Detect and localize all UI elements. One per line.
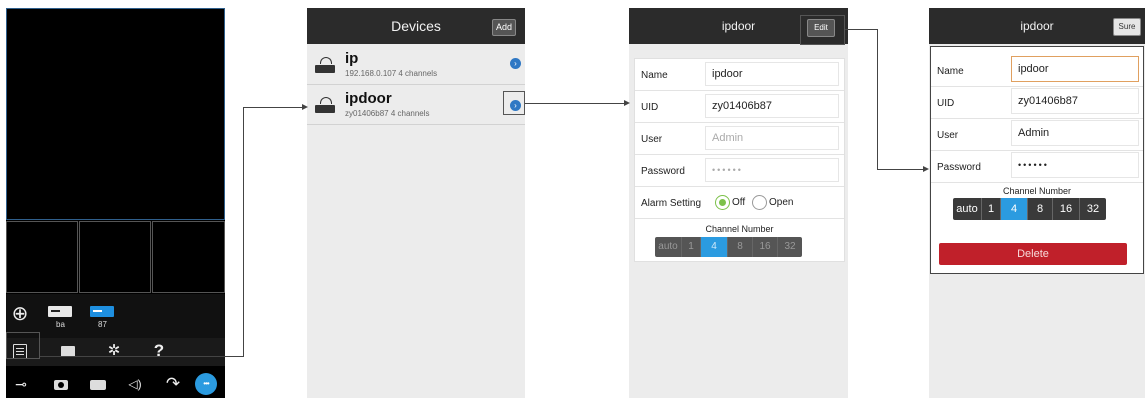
channel-option[interactable]: 32 — [1080, 198, 1106, 220]
form-row-uid: UID zy01406b87 — [931, 87, 1143, 119]
alarm-off-label: Off — [732, 197, 746, 208]
device-thumb-87[interactable]: 87 — [88, 302, 118, 332]
uid-input[interactable]: zy01406b87 — [1011, 88, 1139, 114]
camera-icon[interactable] — [54, 380, 68, 390]
alarm-off-radio[interactable] — [715, 195, 730, 210]
connector-line — [40, 356, 244, 357]
video-cell-4[interactable] — [152, 221, 225, 293]
channel-option[interactable]: 1 — [982, 198, 1001, 220]
connector-line — [525, 103, 625, 104]
connector-line — [845, 29, 878, 30]
field-label: Password — [937, 162, 981, 173]
channel-option[interactable]: 1 — [682, 237, 701, 257]
channel-number-label: Channel Number — [1002, 186, 1072, 196]
help-icon[interactable]: ? — [149, 339, 169, 363]
field-label: UID — [937, 98, 955, 109]
main-video-window[interactable] — [6, 8, 225, 220]
field-label: Name — [641, 70, 668, 81]
edit-header: ipdoor Sure — [929, 8, 1145, 44]
device-row-ip[interactable]: ip 192.168.0.107 4 channels › — [307, 46, 525, 85]
chevron-callout — [503, 91, 525, 115]
form-row-user: User Admin — [635, 123, 844, 155]
device-thumb-label: 87 — [98, 320, 107, 329]
connector-line — [243, 107, 244, 357]
channel-option[interactable]: auto — [655, 237, 682, 257]
field-label: UID — [641, 102, 659, 113]
channel-option[interactable]: auto — [953, 198, 982, 220]
name-input[interactable]: ipdoor — [1011, 56, 1139, 82]
arrow-head-icon — [624, 100, 630, 106]
speaker-icon[interactable]: ◁) — [123, 372, 147, 396]
chevron-right-icon[interactable]: › — [510, 58, 521, 69]
device-row-ipdoor[interactable]: ipdoor zy01406b87 4 channels › — [307, 86, 525, 125]
playback-control-bar: ⊸ ◁) ↷ ••• — [6, 366, 225, 398]
device-info: 192.168.0.107 4 channels — [345, 69, 438, 78]
add-button[interactable]: Add — [492, 19, 516, 36]
device-name: ipdoor — [345, 90, 392, 107]
arrow-head-icon — [302, 104, 308, 110]
password-field[interactable]: •••••• — [705, 158, 839, 182]
device-info: zy01406b87 4 channels — [345, 109, 430, 118]
add-device-icon[interactable]: ⊕ — [8, 302, 32, 326]
device-thumb-ba[interactable]: ba — [46, 306, 76, 332]
connector-line — [877, 169, 924, 170]
form-row-name: Name ipdoor — [931, 55, 1143, 87]
channel-option[interactable]: 8 — [1028, 198, 1053, 220]
device-list-callout — [6, 332, 40, 359]
channel-option[interactable]: 32 — [778, 237, 802, 257]
sure-button[interactable]: Sure — [1113, 18, 1141, 36]
device-name: ip — [345, 50, 359, 67]
channel-option-selected[interactable]: 4 — [1001, 198, 1028, 220]
channel-option[interactable]: 8 — [728, 237, 753, 257]
field-label: User — [641, 134, 663, 145]
uid-field[interactable]: zy01406b87 — [705, 94, 839, 118]
more-icon[interactable]: ••• — [195, 373, 217, 395]
form-row-alarm: Alarm Setting Off Open — [635, 187, 844, 219]
form-row-user: User Admin — [931, 119, 1143, 151]
channel-selector: auto 1 4 8 16 32 — [655, 237, 802, 257]
field-label: User — [937, 130, 959, 141]
device-detail-screen: ipdoor Edit Name ipdoor UID zy01406b87 U… — [629, 8, 848, 398]
form-row-uid: UID zy01406b87 — [635, 91, 844, 123]
connector-line — [243, 107, 303, 108]
field-label: Name — [937, 66, 964, 77]
user-input[interactable]: Admin — [1011, 120, 1139, 146]
edit-form: Name ipdoor UID zy01406b87 User Admin Pa… — [930, 46, 1144, 274]
channel-selector: auto 1 4 8 16 32 — [953, 198, 1106, 220]
delete-button[interactable]: Delete — [939, 243, 1127, 265]
name-field[interactable]: ipdoor — [705, 62, 839, 86]
password-input[interactable]: •••••• — [1011, 152, 1139, 178]
arrow-head-icon — [923, 166, 929, 172]
user-field[interactable]: Admin — [705, 126, 839, 150]
devices-screen: Devices Add ip 192.168.0.107 4 channels … — [307, 8, 525, 398]
dvr-device-icon — [315, 97, 335, 113]
dvr-device-icon — [315, 57, 335, 73]
alarm-open-radio[interactable] — [752, 195, 767, 210]
device-edit-screen: ipdoor Sure Name ipdoor UID zy01406b87 U… — [929, 8, 1145, 398]
gear-icon[interactable]: ✲ — [104, 339, 124, 363]
form-row-name: Name ipdoor — [635, 59, 844, 91]
channel-number-label: Channel Number — [705, 224, 774, 234]
channel-option[interactable]: 16 — [1053, 198, 1080, 220]
video-cell-3[interactable] — [79, 221, 151, 293]
channel-option[interactable]: 16 — [753, 237, 778, 257]
device-form: Name ipdoor UID zy01406b87 User Admin Pa… — [634, 58, 845, 262]
form-row-password: Password •••••• — [635, 155, 844, 187]
device-thumb-label: ba — [56, 320, 65, 329]
field-label: Password — [641, 166, 685, 177]
video-record-icon[interactable] — [90, 380, 106, 390]
phone-hangup-icon[interactable]: ↷ — [163, 372, 183, 396]
form-row-password: Password •••••• — [931, 151, 1143, 183]
devices-header: Devices Add — [307, 8, 525, 44]
key-icon[interactable]: ⊸ — [8, 372, 34, 396]
field-label: Alarm Setting — [641, 198, 702, 209]
channel-option-selected[interactable]: 4 — [701, 237, 728, 257]
connector-line — [877, 29, 878, 170]
video-cell-2[interactable] — [6, 221, 78, 293]
edit-callout — [800, 15, 845, 45]
alarm-open-label: Open — [769, 197, 794, 208]
